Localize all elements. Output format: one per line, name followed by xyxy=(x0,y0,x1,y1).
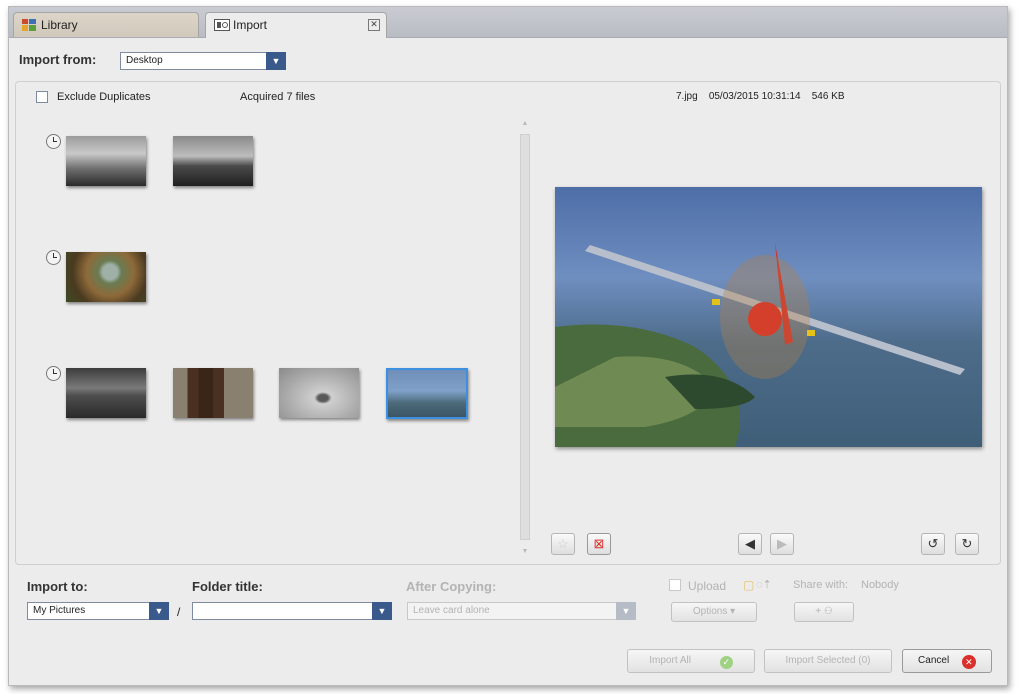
import-to-label: Import to: xyxy=(27,579,88,594)
import-from-label: Import from: xyxy=(19,52,97,67)
library-icon xyxy=(22,19,36,31)
import-from-select[interactable]: Desktop ▼ xyxy=(120,52,286,70)
folder-title-label: Folder title: xyxy=(192,579,263,594)
star-rating-button[interactable]: ☆ xyxy=(551,533,575,555)
path-separator: / xyxy=(177,605,181,619)
scroll-up-icon[interactable]: ▲ xyxy=(519,118,531,130)
add-person-icon: + ⚇ xyxy=(815,606,833,617)
folder-title-input[interactable]: ▼ xyxy=(192,602,392,620)
add-contact-button[interactable]: + ⚇ xyxy=(794,602,854,622)
options-label: Options xyxy=(692,606,728,617)
import-all-button[interactable]: Import All ✓ xyxy=(627,649,755,673)
thumbnail-image[interactable] xyxy=(173,136,253,186)
file-size: 546 KB xyxy=(811,91,845,102)
preview-image xyxy=(555,187,982,447)
acquired-count: Acquired 7 files xyxy=(240,91,316,103)
cancel-x-icon: ✕ xyxy=(961,655,976,669)
import-from-value: Desktop xyxy=(126,55,163,66)
upload-label: Upload xyxy=(688,579,727,593)
exclude-duplicates-label: Exclude Duplicates xyxy=(57,91,151,103)
share-with-value: Nobody xyxy=(861,579,899,591)
scrollbar-track[interactable] xyxy=(520,134,530,540)
rotate-right-button[interactable]: ↻ xyxy=(955,533,979,555)
previous-button[interactable]: ◀ xyxy=(738,533,762,555)
exclude-duplicates-checkbox[interactable] xyxy=(36,91,48,103)
thumbnail-image[interactable] xyxy=(66,368,146,418)
thumbnail-image[interactable] xyxy=(279,368,359,418)
import-selected-label: Import Selected (0) xyxy=(785,655,871,666)
import-panel: Exclude Duplicates Acquired 7 files 7.jp… xyxy=(15,81,1001,565)
file-info: 7.jpg 05/03/2015 10:31:14 546 KB xyxy=(676,91,845,102)
import-settings: Import to: My Pictures ▼ / Folder title:… xyxy=(15,567,999,637)
file-date: 05/03/2015 10:31:14 xyxy=(708,91,801,102)
thumbnail-image-selected[interactable] xyxy=(386,368,468,419)
tab-library[interactable]: Library xyxy=(13,12,199,37)
reject-button[interactable]: ⊠ xyxy=(587,533,611,555)
import-camera-icon xyxy=(214,19,230,31)
import-all-label: Import All xyxy=(649,655,691,666)
scroll-down-icon[interactable]: ▼ xyxy=(519,546,531,558)
clock-icon xyxy=(46,366,61,381)
share-with-label: Share with: xyxy=(793,579,849,591)
file-name: 7.jpg xyxy=(676,91,698,102)
tab-import-label: Import xyxy=(233,18,268,32)
options-button[interactable]: Options ▾ xyxy=(671,602,757,622)
chevron-down-icon[interactable]: ▼ xyxy=(616,602,636,620)
chevron-down-icon: ▾ xyxy=(730,606,736,617)
tab-import[interactable]: Import ✕ xyxy=(205,12,387,38)
upload-arrow-icon: ◌⇡ xyxy=(756,579,772,591)
thumbnail-image[interactable] xyxy=(173,368,253,418)
cancel-button[interactable]: Cancel ✕ xyxy=(902,649,992,673)
tab-library-label: Library xyxy=(41,18,78,32)
clock-icon xyxy=(46,250,61,265)
import-window: Library Import ✕ Import from: Desktop ▼ … xyxy=(8,6,1008,686)
clock-icon xyxy=(46,134,61,149)
chevron-down-icon[interactable]: ▼ xyxy=(372,602,392,620)
import-selected-button[interactable]: Import Selected (0) xyxy=(764,649,892,673)
rotate-left-button[interactable]: ↺ xyxy=(921,533,945,555)
chevron-down-icon[interactable]: ▼ xyxy=(266,52,286,70)
thumbnail-image[interactable] xyxy=(66,252,146,302)
after-copying-select[interactable]: Leave card alone ▼ xyxy=(407,602,636,620)
close-tab-icon[interactable]: ✕ xyxy=(368,19,380,31)
upload-service-icon: ▢ xyxy=(743,578,755,592)
chevron-down-icon[interactable]: ▼ xyxy=(149,602,169,620)
tab-bar: Library Import ✕ xyxy=(9,7,1007,38)
upload-checkbox[interactable] xyxy=(669,579,681,591)
cancel-label: Cancel xyxy=(918,655,950,666)
after-copying-value: Leave card alone xyxy=(413,605,490,616)
next-button[interactable]: ▶ xyxy=(770,533,794,555)
import-to-select[interactable]: My Pictures ▼ xyxy=(27,602,169,620)
import-from-row: Import from: xyxy=(19,52,96,67)
after-copying-label: After Copying: xyxy=(406,579,497,594)
thumbnail-scrollbar[interactable]: ▲ ▼ xyxy=(519,118,531,558)
thumbnail-image[interactable] xyxy=(66,136,146,186)
import-to-value: My Pictures xyxy=(33,605,86,616)
airplane-preview xyxy=(555,243,965,447)
check-icon: ✓ xyxy=(719,656,733,669)
